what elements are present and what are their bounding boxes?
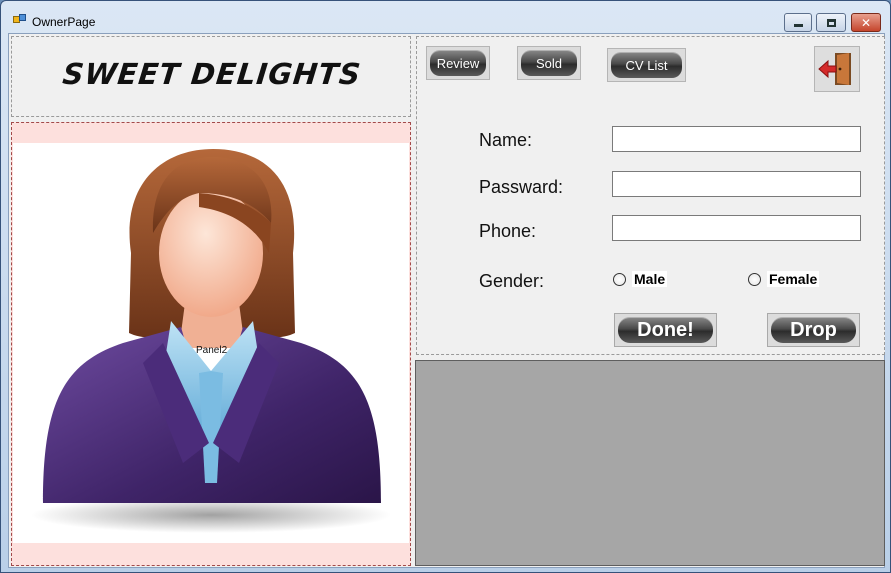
maximize-button[interactable] xyxy=(816,13,846,32)
name-label: Name: xyxy=(479,130,533,150)
male-radio-label: Male xyxy=(632,271,668,287)
minimize-icon xyxy=(793,24,803,27)
drop-button-label: Drop xyxy=(771,317,856,343)
review-button[interactable]: Review xyxy=(426,46,490,80)
name-input[interactable] xyxy=(612,126,861,152)
woman-avatar-icon xyxy=(31,149,391,533)
exit-door-icon xyxy=(818,53,851,85)
done-button[interactable]: Done! xyxy=(614,313,717,347)
app-icon xyxy=(13,14,27,26)
male-radio-circle[interactable] xyxy=(613,272,626,286)
phone-input[interactable] xyxy=(612,215,861,241)
female-radio-label: Female xyxy=(767,271,820,287)
panel-label: Panel2 xyxy=(196,345,228,356)
title-bar[interactable]: OwnerPage ✕ xyxy=(1,1,890,33)
sold-button-label: Sold xyxy=(521,50,577,76)
avatar-picture xyxy=(13,143,409,543)
password-input[interactable] xyxy=(612,171,861,197)
review-button-label: Review xyxy=(430,50,486,76)
female-radio-circle[interactable] xyxy=(748,272,761,286)
form-panel: Review Sold CV List Name: Passward: Phon… xyxy=(416,36,885,355)
done-button-label: Done! xyxy=(618,317,713,343)
close-button[interactable]: ✕ xyxy=(851,13,881,32)
brand-title: SWEET DELIGHTS xyxy=(61,57,363,91)
window-title: OwnerPage xyxy=(32,15,96,29)
cv-list-button-label: CV List xyxy=(611,52,682,78)
photo-panel: Panel2 xyxy=(11,122,411,566)
phone-label: Phone: xyxy=(479,221,537,241)
client-area: SWEET DELIGHTS Panel2 Review Sold CV Lis… xyxy=(8,33,885,568)
cv-list-button[interactable]: CV List xyxy=(607,48,686,82)
male-radio[interactable]: Male xyxy=(613,271,668,287)
owner-page-window: OwnerPage ✕ SWEET DELIGHTS Panel2 Review… xyxy=(0,0,891,573)
password-label: Passward: xyxy=(479,177,564,197)
drop-button[interactable]: Drop xyxy=(767,313,860,347)
minimize-button[interactable] xyxy=(784,13,812,32)
data-grid-panel xyxy=(415,360,885,566)
close-icon: ✕ xyxy=(860,15,872,30)
gender-label: Gender: xyxy=(479,271,545,291)
brand-panel: SWEET DELIGHTS xyxy=(11,36,411,117)
female-radio[interactable]: Female xyxy=(748,271,820,287)
exit-button[interactable] xyxy=(814,46,860,92)
sold-button[interactable]: Sold xyxy=(517,46,581,80)
maximize-icon xyxy=(826,18,836,27)
